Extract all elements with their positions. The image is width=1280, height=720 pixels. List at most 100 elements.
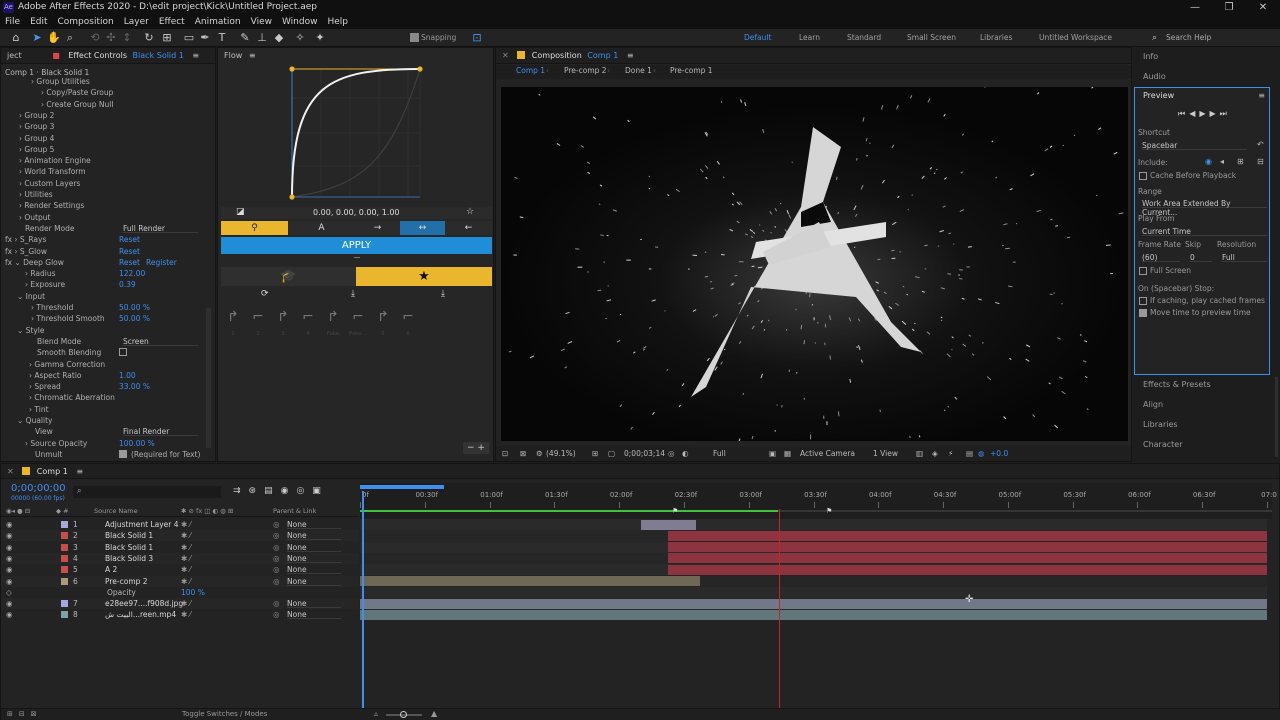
flow-favorites-button[interactable]: ★ — [356, 267, 492, 286]
marker-icon[interactable]: ⚑ — [672, 507, 678, 515]
roto-brush-icon[interactable]: ✧ — [293, 31, 307, 45]
property-row[interactable]: ◇ Opacity 100 % — [1, 586, 359, 598]
effect-row[interactable]: Unmult — [35, 449, 62, 460]
flowchart-icon[interactable]: ⚡ — [948, 446, 953, 461]
timeline-timecode[interactable]: 0;00;00;00 — [11, 483, 66, 494]
flow-refresh-icon[interactable]: ⟳ — [261, 289, 269, 299]
cache-before-checkbox[interactable] — [1139, 172, 1147, 180]
flow-ease-back-button[interactable]: ← — [445, 221, 492, 235]
layer-name[interactable]: A 2 — [105, 564, 117, 575]
timeline-search-input[interactable]: ⌕ — [73, 486, 221, 498]
visibility-icon[interactable]: ◉ — [6, 530, 13, 541]
parent-select[interactable]: None — [287, 577, 341, 586]
lock-icon[interactable]: ■ — [52, 51, 60, 60]
visibility-icon[interactable]: ◉ — [6, 598, 13, 609]
include-audio-icon[interactable]: ◂ — [1220, 157, 1224, 166]
resolution-select[interactable]: Full — [713, 446, 726, 461]
effect-row[interactable]: › Group 2 — [19, 110, 54, 121]
flow-ease-both-button[interactable]: ↔ — [400, 221, 445, 235]
menu-effect[interactable]: Effect — [154, 15, 190, 29]
menu-view[interactable]: View — [246, 15, 277, 29]
menu-composition[interactable]: Composition — [53, 15, 119, 29]
preview-resolution-select[interactable]: Full — [1222, 253, 1267, 262]
skip-select[interactable]: 0 — [1190, 253, 1212, 262]
effect-row[interactable]: › Tint — [29, 404, 49, 415]
if-caching-checkbox[interactable] — [1139, 297, 1147, 305]
pick-whip-icon[interactable]: ◎ — [273, 609, 280, 620]
parent-select[interactable]: None — [287, 610, 341, 620]
home-icon[interactable]: ⌂ — [9, 31, 23, 45]
flow-download-icon[interactable]: ⤓ — [441, 289, 445, 299]
pick-whip-icon[interactable]: ◎ — [273, 553, 280, 564]
workspace-untitled[interactable]: Untitled Workspace — [1039, 29, 1112, 47]
type-tool-icon[interactable]: T — [215, 31, 229, 45]
effect-row[interactable]: › World Transform — [19, 166, 86, 177]
layer-row[interactable]: ◉ 3 Black Solid 1 ✱ ⁄ ◎ None — [1, 541, 359, 553]
maximize-icon[interactable]: ❐ — [1212, 0, 1246, 15]
layer-duration-bar[interactable] — [668, 542, 1267, 553]
effect-row[interactable]: View — [35, 426, 53, 437]
work-area-bar[interactable] — [360, 485, 444, 489]
brush-tool-icon[interactable]: ✎ — [238, 31, 252, 45]
source-name-column[interactable]: Source Name — [94, 506, 138, 517]
fast-preview-icon[interactable]: ◈ — [932, 446, 938, 461]
range-select[interactable]: Work Area Extended By Current... — [1142, 199, 1267, 217]
effect-row[interactable]: › Animation Engine — [19, 155, 91, 166]
pick-whip-icon[interactable]: ◎ — [273, 564, 280, 575]
effect-value[interactable]: 33.00 % — [119, 381, 150, 392]
effect-row[interactable]: › Spread — [29, 381, 61, 392]
effect-row[interactable]: › Group 5 — [19, 144, 54, 155]
flow-apply-button[interactable]: APPLY — [221, 237, 492, 254]
layer-duration-bar[interactable] — [360, 598, 1267, 609]
close-timeline-icon[interactable]: ✕ — [7, 467, 14, 476]
effect-dropdown[interactable]: Full Render — [123, 224, 198, 233]
panel-menu-icon[interactable]: ≡ — [192, 51, 199, 60]
rotate-tool-icon[interactable]: ↻ — [142, 31, 156, 45]
layer-switches[interactable]: ✱ ⁄ — [181, 576, 191, 587]
search-help-input[interactable]: Search Help — [1166, 29, 1211, 47]
composition-viewer[interactable] — [501, 87, 1128, 441]
shortcut-select[interactable]: Spacebar — [1142, 141, 1247, 150]
workspace-small-screen[interactable]: Small Screen — [907, 29, 956, 47]
frame-rate-select[interactable]: (60) — [1142, 253, 1180, 262]
effect-row[interactable]: ⌄ Quality — [17, 415, 52, 426]
workspace-default[interactable]: Default — [744, 29, 771, 47]
flow-zoom-controls[interactable]: − + — [463, 442, 489, 454]
keyframe-nav-icon[interactable]: ◇ — [6, 587, 12, 598]
dolly-tool-icon[interactable]: ↕ — [120, 31, 134, 45]
selection-tool-icon[interactable]: ➤ — [30, 31, 44, 45]
align-tab[interactable]: Align — [1143, 400, 1163, 409]
pick-whip-icon[interactable]: ◎ — [273, 598, 280, 609]
mask-visibility-icon[interactable]: ⊠ — [520, 446, 526, 461]
workspace-libraries[interactable]: Libraries — [980, 29, 1012, 47]
layer-name[interactable]: Black Solid 1 — [105, 542, 153, 553]
timeline-tab[interactable]: Comp 1 — [37, 467, 68, 476]
label-color-swatch[interactable] — [61, 577, 68, 585]
visibility-icon[interactable]: ◉ — [6, 576, 13, 587]
flow-tab[interactable]: Flow — [224, 51, 242, 60]
playhead[interactable] — [362, 491, 364, 718]
effect-value[interactable]: 100.00 % — [119, 438, 155, 449]
property-value[interactable]: 100 % — [181, 587, 205, 598]
effect-row[interactable]: Blend Mode — [37, 336, 81, 347]
full-screen-checkbox[interactable] — [1139, 267, 1147, 275]
current-timecode[interactable]: 0;00;03;14 — [624, 446, 665, 461]
flow-ease-in-button[interactable]: ⚲ — [221, 221, 288, 235]
flow-curve-editor[interactable] — [221, 62, 492, 206]
crumb-done-1[interactable]: Done 1 — [625, 65, 652, 77]
parent-link-column[interactable]: Parent & Link — [273, 506, 316, 517]
include-layers-icon[interactable]: ⊟ — [1257, 157, 1264, 166]
camera-select[interactable]: Active Camera — [800, 446, 855, 461]
label-color-swatch[interactable] — [61, 554, 68, 562]
effect-checkbox[interactable] — [119, 449, 127, 458]
flow-preset-icon[interactable]: ↱ — [223, 306, 243, 328]
pick-whip-icon[interactable]: ◎ — [273, 530, 280, 541]
property-name[interactable]: Opacity — [107, 587, 136, 598]
close-icon[interactable]: ✕ — [1246, 0, 1280, 15]
label-color-swatch[interactable] — [61, 600, 68, 608]
minimize-icon[interactable]: — — [1178, 0, 1212, 15]
move-time-checkbox[interactable] — [1139, 309, 1147, 317]
effect-row[interactable]: fx › S_Glow — [5, 246, 47, 257]
effect-value[interactable]: 50.00 % — [119, 313, 150, 324]
comp-menu-icon[interactable]: ≡ — [627, 51, 634, 60]
